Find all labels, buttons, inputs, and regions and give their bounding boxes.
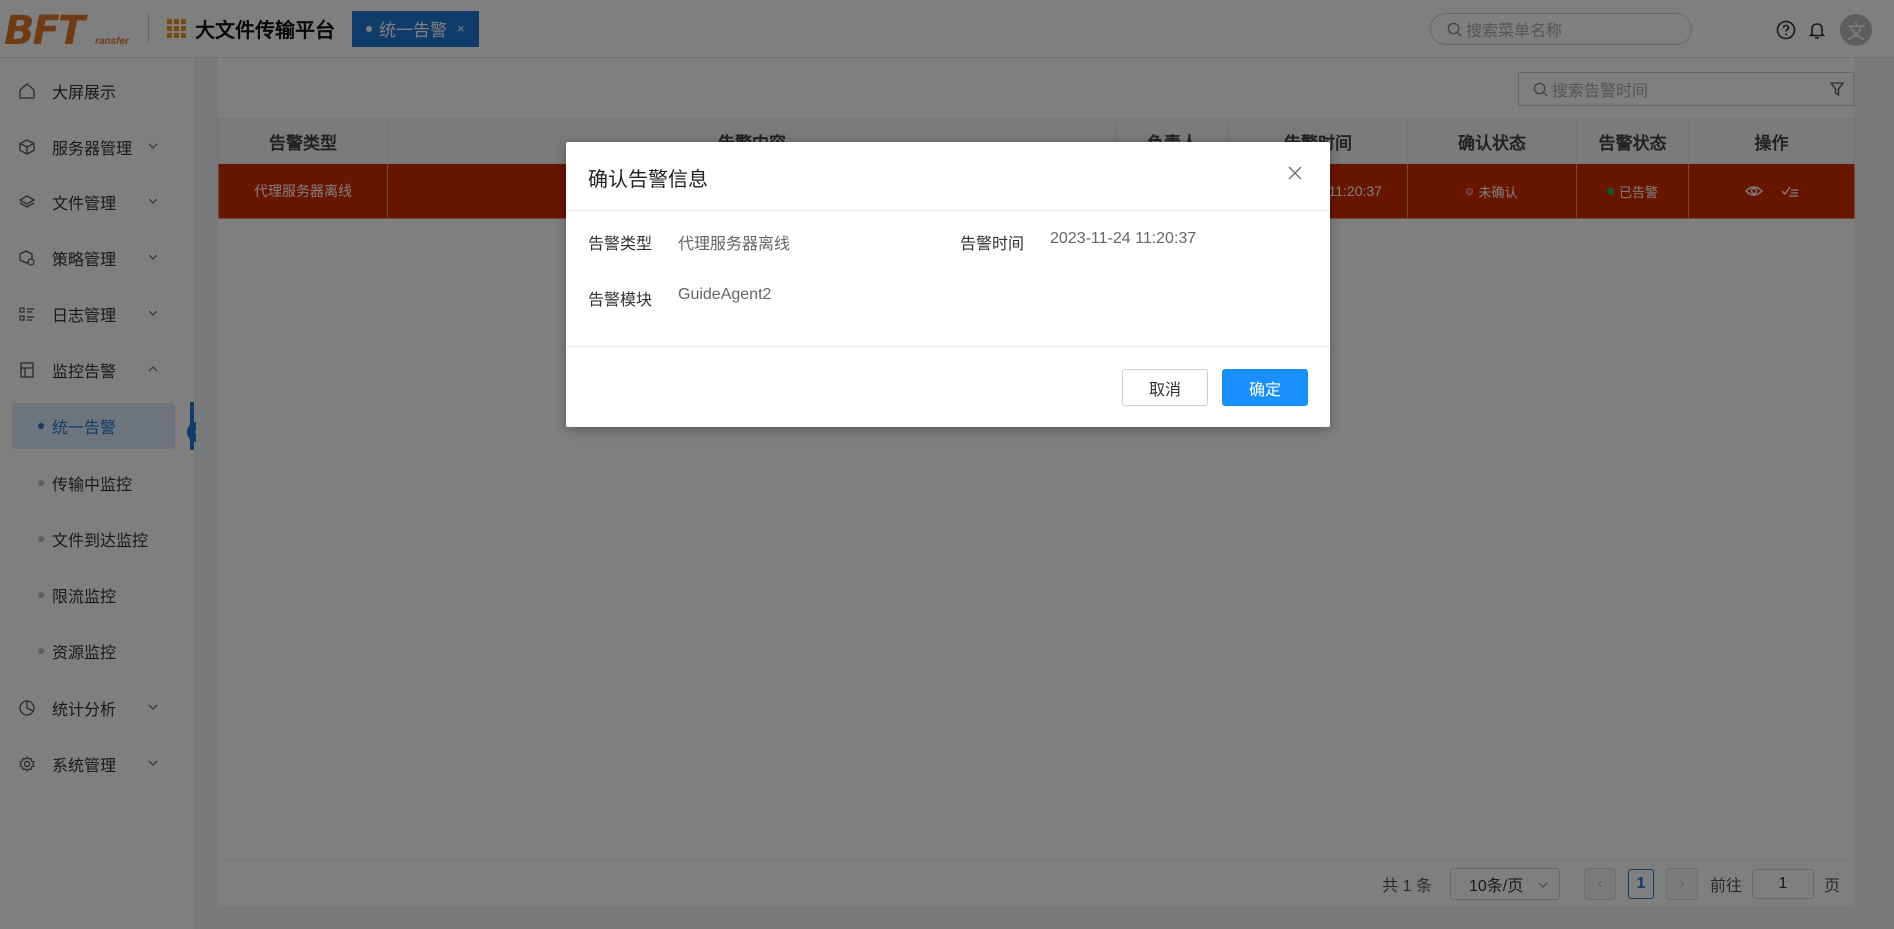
confirm-alarm-dialog: 确认告警信息 告警类型 代理服务器离线 告警时间 2023-11-24 11:2… [566, 142, 1330, 427]
field-alarm-type: 告警类型 代理服务器离线 [588, 230, 790, 254]
cancel-button[interactable]: 取消 [1122, 369, 1208, 406]
modal-overlay[interactable] [0, 0, 1894, 929]
field-label: 告警模块 [588, 292, 653, 309]
field-value: 代理服务器离线 [678, 236, 791, 253]
field-value: 2023-11-24 11:20:37 [1050, 230, 1197, 247]
dialog-footer: 取消 确定 [566, 346, 1330, 427]
field-alarm-time: 告警时间 2023-11-24 11:20:37 [960, 230, 1196, 254]
field-label: 告警时间 [960, 236, 1025, 253]
dialog-title: 确认告警信息 [588, 169, 708, 191]
close-icon[interactable] [1286, 164, 1304, 182]
dialog-header: 确认告警信息 [566, 142, 1330, 211]
confirm-button[interactable]: 确定 [1222, 369, 1308, 406]
field-alarm-module: 告警模块 GuideAgent2 [588, 286, 771, 310]
field-value: GuideAgent2 [678, 286, 772, 303]
field-label: 告警类型 [588, 236, 653, 253]
